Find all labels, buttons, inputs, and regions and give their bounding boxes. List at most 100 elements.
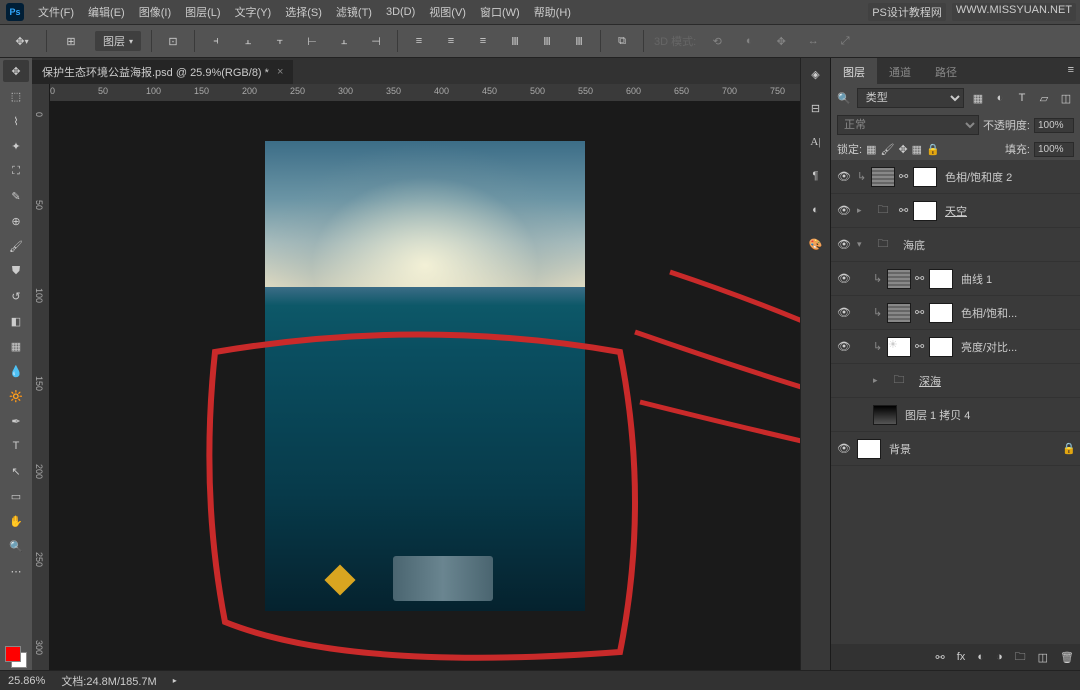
layer-row[interactable]: ▸🗀深海 xyxy=(831,364,1080,398)
dist-vmid-icon[interactable]: ≡ xyxy=(440,30,462,52)
link-layers-icon[interactable]: ⚯ xyxy=(936,651,945,664)
layer-row[interactable]: 图层 1 拷贝 4 xyxy=(831,398,1080,432)
layer-name[interactable]: 深海 xyxy=(919,373,941,389)
fill-input[interactable] xyxy=(1034,142,1074,157)
menu-view[interactable]: 视图(V) xyxy=(429,4,466,20)
eraser-tool[interactable]: ◧ xyxy=(3,310,29,332)
search-icon[interactable]: 🔍 xyxy=(837,92,851,105)
dodge-tool[interactable]: 🔆 xyxy=(3,385,29,407)
text-tool[interactable]: T xyxy=(3,435,29,457)
menu-edit[interactable]: 编辑(E) xyxy=(88,4,125,20)
menu-select[interactable]: 选择(S) xyxy=(285,4,322,20)
color-panel-icon[interactable]: ◐ xyxy=(806,200,826,220)
group-icon[interactable]: 🗀 xyxy=(1015,648,1026,667)
lock-paint-icon[interactable]: 🖌 xyxy=(880,143,894,156)
menu-image[interactable]: 图像(I) xyxy=(139,4,171,20)
path-tool[interactable]: ↖ xyxy=(3,460,29,482)
chevron-right-icon[interactable]: ▸ xyxy=(873,375,883,386)
doc-size[interactable]: 文档:24.8M/185.7M xyxy=(61,673,156,689)
color-swatch[interactable] xyxy=(3,644,29,670)
trash-icon[interactable]: 🗑 xyxy=(1060,651,1074,664)
menu-file[interactable]: 文件(F) xyxy=(38,4,74,20)
align-hmid-icon[interactable]: ⫠ xyxy=(333,30,355,52)
filter-dropdown[interactable]: 类型 xyxy=(857,88,964,108)
fx-icon[interactable]: fx xyxy=(957,651,966,663)
lock-nest-icon[interactable]: ▦ xyxy=(912,143,922,156)
history-brush-tool[interactable]: ↺ xyxy=(3,285,29,307)
document-tab[interactable]: 保护生态环境公益海报.psd @ 25.9%(RGB/8) * × xyxy=(32,60,293,84)
gradient-tool[interactable]: ▦ xyxy=(3,335,29,357)
layer-row[interactable]: 👁▾🗀海底 xyxy=(831,228,1080,262)
auto-select-icon[interactable]: ⊞ xyxy=(57,29,85,53)
mask-icon[interactable]: ◐ xyxy=(977,651,984,663)
move-tool[interactable]: ✥ xyxy=(3,60,29,82)
paragraph-panel-icon[interactable]: ¶ xyxy=(806,166,826,186)
move-tool-indicator[interactable]: ✥▾ xyxy=(8,29,36,53)
layer-name[interactable]: 曲线 1 xyxy=(961,271,992,287)
transform-controls-icon[interactable]: ⊡ xyxy=(162,30,184,52)
lock-pos-icon[interactable]: ✥ xyxy=(898,143,907,156)
menu-help[interactable]: 帮助(H) xyxy=(534,4,571,20)
chevron-down-icon[interactable]: ▾ xyxy=(857,239,867,250)
properties-panel-icon[interactable]: ⊟ xyxy=(806,98,826,118)
stamp-tool[interactable]: ⛊ xyxy=(3,260,29,282)
zoom-tool[interactable]: 🔍 xyxy=(3,535,29,557)
dist-left-icon[interactable]: Ⅲ xyxy=(504,30,526,52)
layer-name[interactable]: 海底 xyxy=(903,237,925,253)
dist-right-icon[interactable]: Ⅲ xyxy=(568,30,590,52)
panel-menu-icon[interactable]: ≡ xyxy=(1062,58,1080,84)
lock-all-icon[interactable]: 🔒 xyxy=(926,143,940,156)
layer-dropdown[interactable]: 图层▾ xyxy=(95,31,141,51)
layer-row[interactable]: 👁▸🗀⚯天空 xyxy=(831,194,1080,228)
visibility-icon[interactable]: 👁 xyxy=(835,306,853,319)
filter-smart-icon[interactable]: ◫ xyxy=(1058,90,1074,106)
tab-paths[interactable]: 路径 xyxy=(923,58,969,84)
layer-name[interactable]: 天空 xyxy=(945,203,967,219)
layer-row[interactable]: 👁↳⚯色相/饱和度 2 xyxy=(831,160,1080,194)
layer-name[interactable]: 背景 xyxy=(889,441,911,457)
filter-text-icon[interactable]: T xyxy=(1014,90,1030,106)
tab-channels[interactable]: 通道 xyxy=(877,58,923,84)
crop-tool[interactable]: ⛶ xyxy=(3,160,29,182)
brush-tool[interactable]: 🖌 xyxy=(3,235,29,257)
pen-tool[interactable]: ✒ xyxy=(3,410,29,432)
overlap-icon[interactable]: ⧉ xyxy=(611,30,633,52)
visibility-icon[interactable]: 👁 xyxy=(835,204,853,217)
more-tools[interactable]: ⋯ xyxy=(3,560,29,582)
dist-hmid-icon[interactable]: Ⅲ xyxy=(536,30,558,52)
menu-layer[interactable]: 图层(L) xyxy=(185,4,220,20)
visibility-icon[interactable]: 👁 xyxy=(835,340,853,353)
opacity-input[interactable] xyxy=(1034,118,1074,133)
filter-shape-icon[interactable]: ▱ xyxy=(1036,90,1052,106)
layer-name[interactable]: 色相/饱和... xyxy=(961,305,1017,321)
shape-tool[interactable]: ▭ xyxy=(3,485,29,507)
blur-tool[interactable]: 💧 xyxy=(3,360,29,382)
lock-trans-icon[interactable]: ▦ xyxy=(866,143,876,156)
dist-top-icon[interactable]: ≡ xyxy=(408,30,430,52)
zoom-level[interactable]: 25.86% xyxy=(8,675,45,687)
visibility-icon[interactable]: 👁 xyxy=(835,442,853,455)
canvas[interactable] xyxy=(50,102,800,670)
chevron-right-icon[interactable]: ▸ xyxy=(857,205,867,216)
new-layer-icon[interactable]: ◫ xyxy=(1038,651,1048,664)
layer-row[interactable]: 👁↳☀⚯亮度/对比... xyxy=(831,330,1080,364)
hand-tool[interactable]: ✋ xyxy=(3,510,29,532)
eyedropper-tool[interactable]: ✎ xyxy=(3,185,29,207)
layer-row[interactable]: 👁↳⚯色相/饱和... xyxy=(831,296,1080,330)
align-top-icon[interactable]: ⫞ xyxy=(205,30,227,52)
dist-bottom-icon[interactable]: ≡ xyxy=(472,30,494,52)
layer-row[interactable]: 👁背景🔒 xyxy=(831,432,1080,466)
close-tab-icon[interactable]: × xyxy=(277,66,283,78)
layer-name[interactable]: 色相/饱和度 2 xyxy=(945,169,1012,185)
align-bottom-icon[interactable]: ⫟ xyxy=(269,30,291,52)
visibility-icon[interactable]: 👁 xyxy=(835,238,853,251)
layer-row[interactable]: 👁↳⚯曲线 1 xyxy=(831,262,1080,296)
history-panel-icon[interactable]: ◈ xyxy=(806,64,826,84)
filter-adj-icon[interactable]: ◐ xyxy=(992,90,1008,106)
heal-tool[interactable]: ⊕ xyxy=(3,210,29,232)
layer-name[interactable]: 亮度/对比... xyxy=(961,339,1017,355)
swatches-panel-icon[interactable]: 🎨 xyxy=(806,234,826,254)
lasso-tool[interactable]: ⌇ xyxy=(3,110,29,132)
filter-pixel-icon[interactable]: ▦ xyxy=(970,90,986,106)
tab-layers[interactable]: 图层 xyxy=(831,58,877,84)
